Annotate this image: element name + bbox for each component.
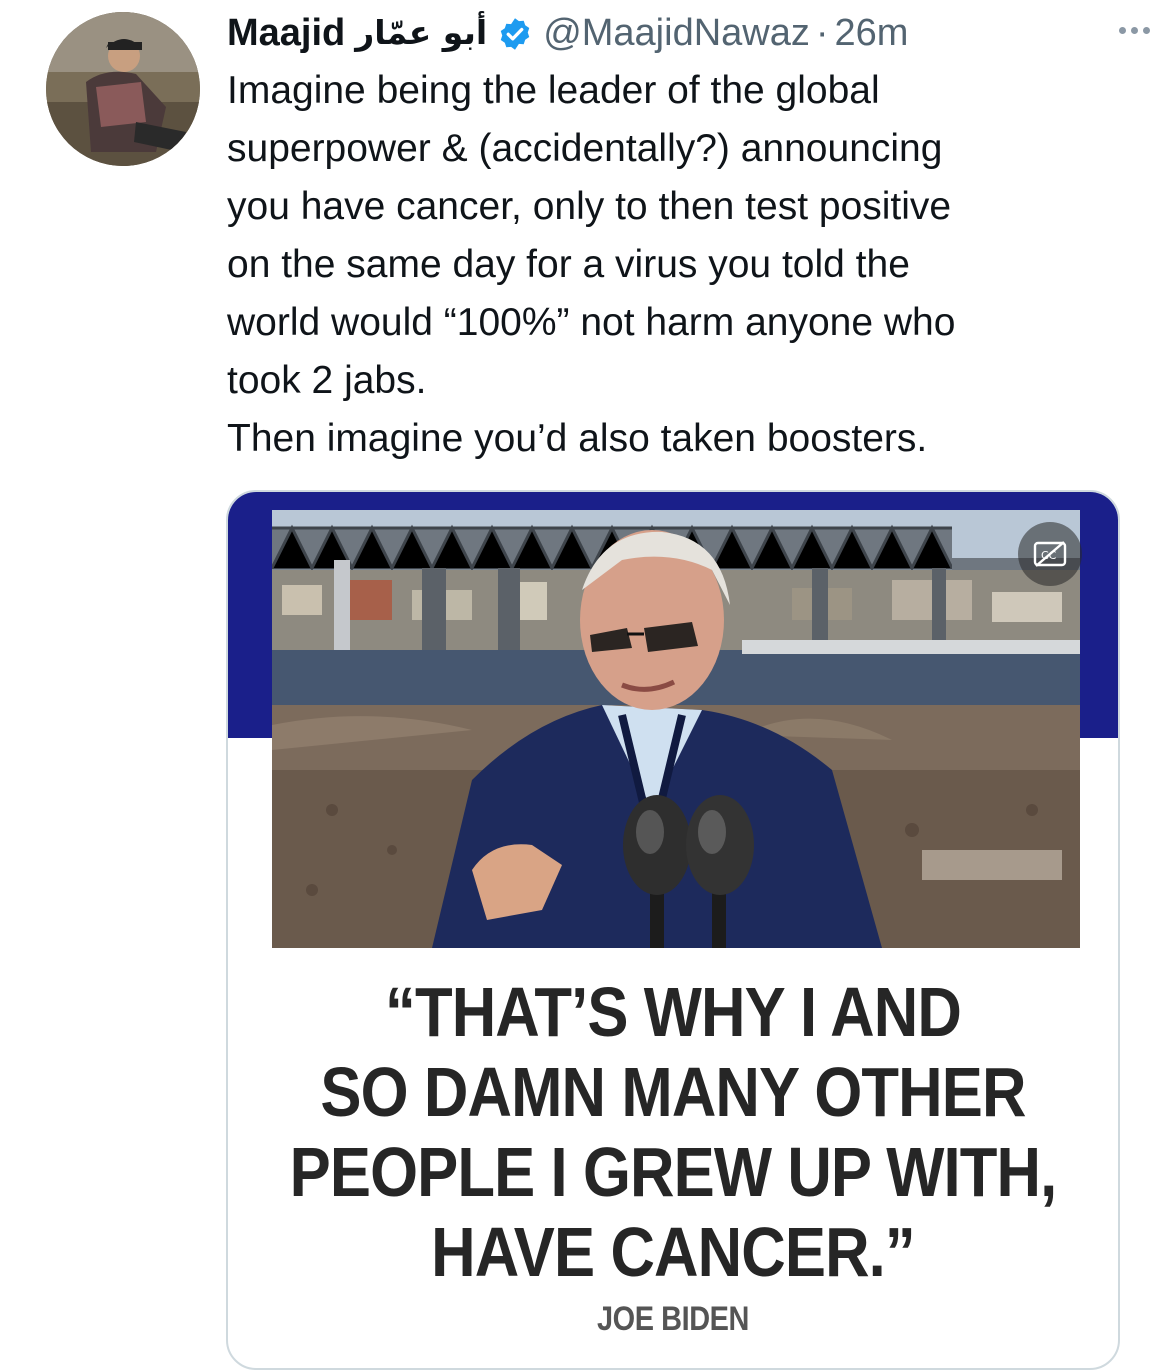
tweet-text: Imagine being the leader of the global s…: [227, 62, 1127, 468]
more-options-icon[interactable]: [1109, 10, 1159, 50]
timestamp[interactable]: 26m: [835, 8, 909, 58]
handle[interactable]: @MaajidNawaz: [543, 8, 810, 58]
display-name-arabic[interactable]: أبو عمّار: [355, 8, 487, 58]
tweet-text-line: Imagine being the leader of the global: [227, 69, 880, 112]
quote-attribution: JOE BIDEN: [597, 1300, 749, 1338]
quote-text: “THAT’S WHY I AND SO DAMN MANY OTHER PEO…: [281, 972, 1064, 1292]
verified-badge-icon: [497, 15, 533, 51]
avatar-image: [46, 12, 200, 166]
tweet-text-line: took 2 jabs.: [227, 359, 427, 402]
quote-line: SO DAMN MANY OTHER: [320, 1053, 1026, 1131]
avatar[interactable]: [46, 12, 200, 166]
speaker-photo: [272, 510, 1080, 948]
closed-captions-icon[interactable]: CC: [1018, 522, 1082, 586]
tweet-text-line: world would “100%” not harm anyone who: [227, 301, 956, 344]
quote-line: PEOPLE I GREW UP WITH,: [289, 1133, 1058, 1211]
separator-dot: ·: [815, 12, 829, 54]
media-photo[interactable]: [272, 510, 1080, 948]
quote-line: “THAT’S WHY I AND: [385, 973, 962, 1051]
tweet-text-line: Then imagine you’d also taken boosters.: [227, 417, 928, 460]
display-name[interactable]: Maajid: [227, 8, 345, 58]
tweet-text-line: you have cancer, only to then test posit…: [227, 185, 952, 228]
tweet-text-line: superpower & (accidentally?) announcing: [227, 127, 943, 170]
tweet-text-line: on the same day for a virus you told the: [227, 243, 910, 286]
tweet-media[interactable]: CC “THAT’S WHY I AND SO DAMN MANY OTHER …: [226, 490, 1120, 1370]
quote-line: HAVE CANCER.”: [431, 1213, 916, 1291]
tweet-header: Maajid أبو عمّار @MaajidNawaz · 26m: [227, 8, 1129, 58]
